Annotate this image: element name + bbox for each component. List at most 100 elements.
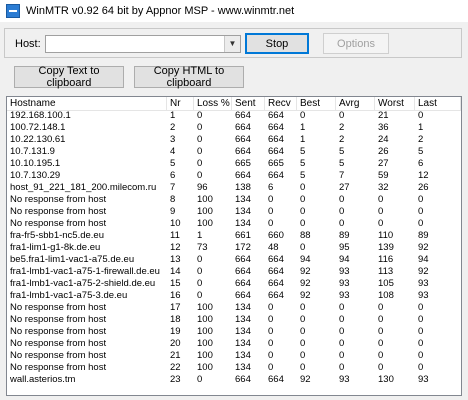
cell-recv: 664	[268, 111, 284, 121]
copy-text-button[interactable]: Copy Text to clipboard	[14, 65, 124, 89]
cell-avrg: 0	[339, 207, 345, 217]
table-row[interactable]: 10.7.131.9 4 0 664 664 5 5 26 5	[7, 147, 461, 157]
cell-best: 0	[300, 195, 306, 205]
cell-recv: 0	[268, 339, 274, 349]
cell-avrg: 0	[339, 303, 345, 313]
cell-loss: 0	[197, 171, 203, 181]
cell-last: 93	[418, 279, 429, 289]
table-row[interactable]: fra1-lmb1-vac1-a75-1-firewall.de.eu 14 0 66…	[7, 267, 461, 277]
cell-last: 93	[418, 375, 429, 385]
cell-sent: 664	[235, 147, 251, 157]
table-row[interactable]: No response from host 20 100 134 0 0 0 0 0	[7, 339, 461, 349]
cell-loss: 96	[197, 183, 208, 193]
table-row[interactable]: No response from host 10 100 134 0 0 0 0 0	[7, 219, 461, 229]
table-row[interactable]: No response from host 22 100 134 0 0 0 0 0	[7, 363, 461, 373]
cell-last: 2	[418, 135, 424, 145]
cell-last: 0	[418, 315, 424, 325]
title-bar: WinMTR v0.92 64 bit by Appnor MSP - www.…	[0, 0, 468, 22]
column-header-nr[interactable]: Nr	[167, 97, 194, 110]
cell-sent: 664	[235, 375, 251, 385]
table-row[interactable]: No response from host 19 100 134 0 0 0 0 0	[7, 327, 461, 337]
cell-recv: 660	[268, 231, 284, 241]
column-header-last[interactable]: Last	[415, 97, 461, 110]
table-row[interactable]: fra1-lim1-g1-8k.de.eu 12 73 172 48 0 95 139 92	[7, 243, 461, 253]
cell-best: 92	[300, 279, 311, 289]
stop-button[interactable]: Stop	[245, 33, 309, 54]
results-table[interactable]: Hostname Nr Loss % Sent Recv Best Avrg W…	[6, 96, 462, 396]
table-row[interactable]: 100.72.148.1 2 0 664 664 1 2 36 1	[7, 123, 461, 133]
cell-nr: 20	[170, 339, 181, 349]
cell-avrg: 0	[339, 351, 345, 361]
table-row[interactable]: 10.7.130.29 6 0 664 664 5 7 59 12	[7, 171, 461, 181]
cell-sent: 664	[235, 171, 251, 181]
cell-recv: 664	[268, 267, 284, 277]
column-header-recv[interactable]: Recv	[265, 97, 297, 110]
cell-loss: 0	[197, 159, 203, 169]
cell-best: 0	[300, 207, 306, 217]
cell-best: 1	[300, 123, 306, 133]
cell-avrg: 0	[339, 219, 345, 229]
table-row[interactable]: be5.fra1-lim1-vac1-a75.de.eu 13 0 664 664 94 9…	[7, 255, 461, 265]
cell-recv: 48	[268, 243, 279, 253]
cell-nr: 18	[170, 315, 181, 325]
cell-nr: 4	[170, 147, 176, 157]
cell-nr: 19	[170, 327, 181, 337]
cell-hostname: 10.7.130.29	[10, 171, 61, 181]
table-row[interactable]: No response from host 17 100 134 0 0 0 0 0	[7, 303, 461, 313]
cell-nr: 3	[170, 135, 176, 145]
column-header-sent[interactable]: Sent	[232, 97, 265, 110]
table-row[interactable]: host_91_221_181_200.milecom.ru 7 96 138 6 0 27…	[7, 183, 461, 193]
copy-html-button[interactable]: Copy HTML to clipboard	[134, 65, 244, 89]
column-header-loss[interactable]: Loss %	[194, 97, 232, 110]
table-row[interactable]: fra1-lmb1-vac1-a75-2-shield.de.eu 15 0 664 6…	[7, 279, 461, 289]
cell-sent: 134	[235, 219, 251, 229]
table-row[interactable]: fra-fr5-sbb1-nc5.de.eu 11 1 661 660 88 89 110 89	[7, 231, 461, 241]
table-row[interactable]: 10.22.130.61 3 0 664 664 1 2 24 2	[7, 135, 461, 145]
cell-sent: 664	[235, 135, 251, 145]
options-button[interactable]: Options	[323, 33, 389, 54]
table-row[interactable]: No response from host 21 100 134 0 0 0 0 0	[7, 351, 461, 361]
cell-avrg: 89	[339, 231, 350, 241]
table-row[interactable]: fra1-lmb1-vac1-a75-3.de.eu 16 0 664 664 92 93 1…	[7, 291, 461, 301]
cell-sent: 665	[235, 159, 251, 169]
cell-last: 0	[418, 303, 424, 313]
cell-best: 92	[300, 267, 311, 277]
cell-hostname: host_91_221_181_200.milecom.ru	[10, 183, 157, 193]
cell-avrg: 95	[339, 243, 350, 253]
table-row[interactable]: No response from host 9 100 134 0 0 0 0 0	[7, 207, 461, 217]
cell-worst: 0	[378, 339, 384, 349]
cell-hostname: fra1-lmb1-vac1-a75-1-firewall.de.eu	[10, 267, 160, 277]
cell-hostname: fra1-lim1-g1-8k.de.eu	[10, 243, 101, 253]
cell-nr: 1	[170, 111, 176, 121]
cell-worst: 0	[378, 195, 384, 205]
cell-best: 5	[300, 147, 306, 157]
column-header-best[interactable]: Best	[297, 97, 336, 110]
column-header-avrg[interactable]: Avrg	[336, 97, 375, 110]
cell-recv: 0	[268, 315, 274, 325]
table-header: Hostname Nr Loss % Sent Recv Best Avrg W…	[7, 97, 461, 111]
cell-sent: 172	[235, 243, 251, 253]
host-combobox[interactable]: ▼	[45, 35, 241, 53]
cell-nr: 17	[170, 303, 181, 313]
column-header-worst[interactable]: Worst	[375, 97, 415, 110]
cell-worst: 0	[378, 315, 384, 325]
cell-recv: 0	[268, 363, 274, 373]
cell-last: 0	[418, 219, 424, 229]
cell-recv: 0	[268, 303, 274, 313]
cell-loss: 100	[197, 315, 213, 325]
table-row[interactable]: 192.168.100.1 1 0 664 664 0 0 21 0	[7, 111, 461, 121]
cell-hostname: 100.72.148.1	[10, 123, 66, 133]
cell-nr: 5	[170, 159, 176, 169]
cell-hostname: No response from host	[10, 303, 107, 313]
column-header-hostname[interactable]: Hostname	[7, 97, 167, 110]
table-row[interactable]: No response from host 8 100 134 0 0 0 0 0	[7, 195, 461, 205]
table-row[interactable]: wall.asterios.tm 23 0 664 664 92 93 130 93	[7, 375, 461, 385]
cell-hostname: fra1-lmb1-vac1-a75-3.de.eu	[10, 291, 128, 301]
chevron-down-icon[interactable]: ▼	[224, 36, 240, 52]
cell-nr: 13	[170, 255, 181, 265]
cell-sent: 664	[235, 267, 251, 277]
table-row[interactable]: 10.10.195.1 5 0 665 665 5 5 27 6	[7, 159, 461, 169]
table-row[interactable]: No response from host 18 100 134 0 0 0 0 0	[7, 315, 461, 325]
cell-nr: 7	[170, 183, 176, 193]
cell-hostname: 10.10.195.1	[10, 159, 61, 169]
